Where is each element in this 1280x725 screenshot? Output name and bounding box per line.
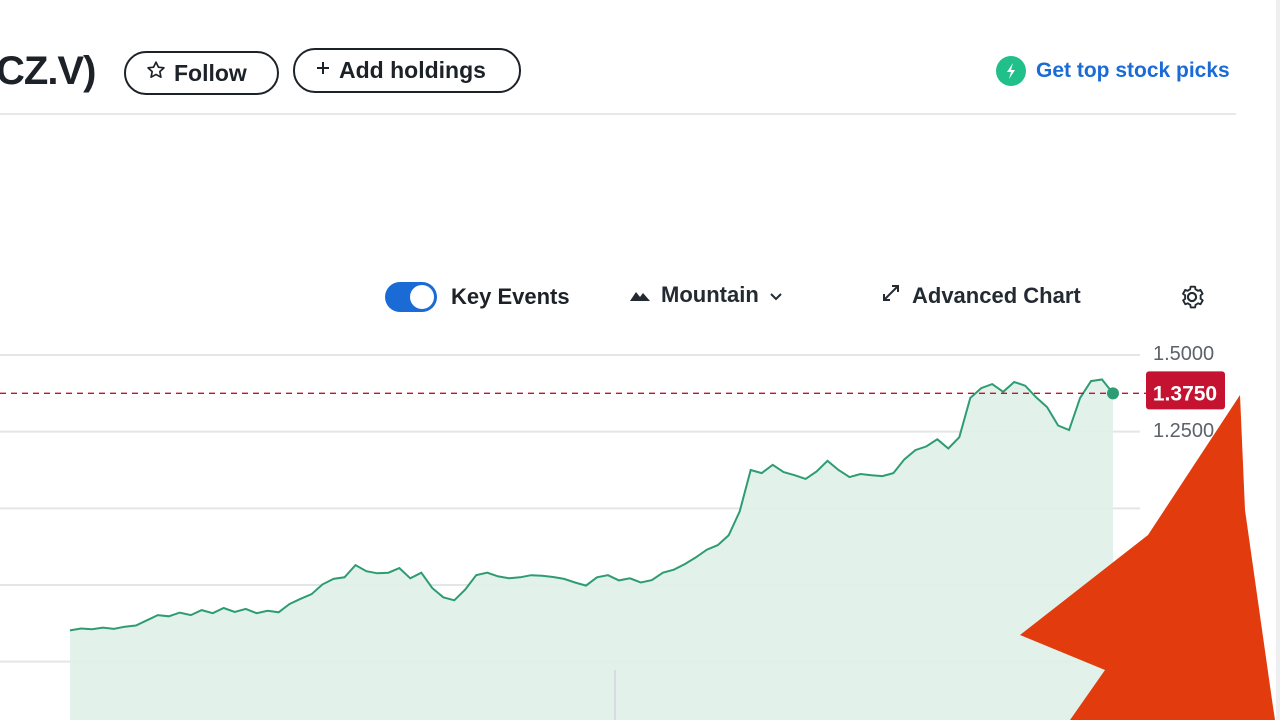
price-area-fill [70,379,1113,720]
price-chart-svg: 1.5000 1.2500 1.3750 [0,343,1275,720]
chart-type-label: Mountain [661,282,759,307]
mountain-icon [629,282,651,308]
quote-header: CZ.V) Follow Add holdings Get top stock … [0,0,1280,115]
get-top-stock-picks-link[interactable]: Get top stock picks [996,56,1230,86]
price-chart[interactable]: 1.5000 1.2500 1.3750 [0,330,1280,720]
chevron-down-icon [769,282,783,308]
advanced-chart-label: Advanced Chart [912,283,1081,308]
y-tick-label: 1.2500 [1153,420,1214,442]
gear-icon[interactable] [1178,283,1206,316]
y-tick-label: 1.5000 [1153,343,1214,365]
current-price-label: 1.3750 [1153,382,1217,405]
stock-picks-label: Get top stock picks [1036,59,1230,82]
advanced-chart-button[interactable]: Advanced Chart [880,282,1081,310]
window-edge [1276,0,1280,720]
follow-button[interactable]: Follow [124,51,279,95]
ticker-title: CZ.V) [0,49,96,93]
lightning-badge-icon [996,56,1026,86]
add-holdings-label: Add holdings [339,57,486,83]
toggle-switch[interactable] [385,282,437,312]
key-events-label: Key Events [451,284,570,309]
last-price-dot [1107,387,1119,400]
star-outline-icon [146,60,166,86]
header-divider [0,113,1236,115]
follow-label: Follow [174,59,247,86]
chart-toolbar: Key Events Mountain Advanced Chart [0,270,1280,330]
key-events-toggle[interactable]: Key Events [385,282,570,312]
add-holdings-button[interactable]: Add holdings [293,48,521,93]
plus-icon [315,59,331,82]
toggle-knob [410,285,434,309]
chart-type-dropdown[interactable]: Mountain [629,282,783,308]
expand-arrows-icon [880,282,902,310]
